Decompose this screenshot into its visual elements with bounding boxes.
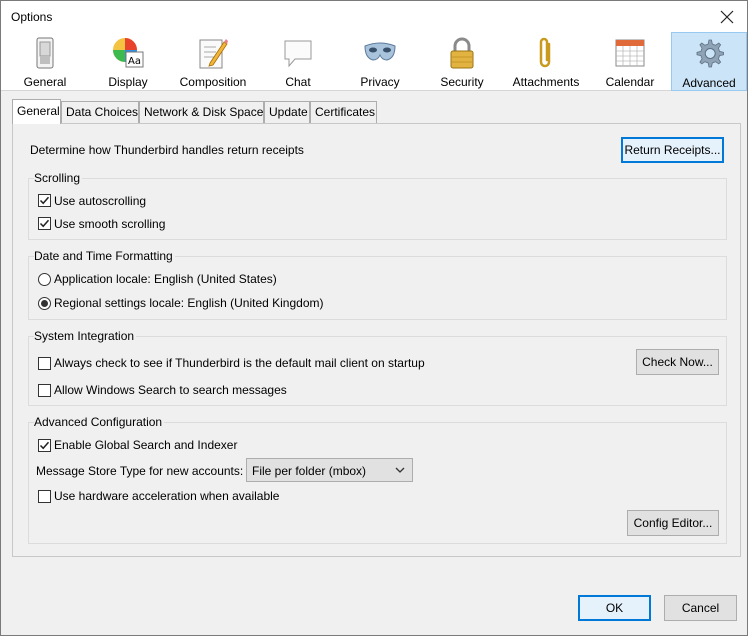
tab-label: Update: [269, 105, 308, 119]
tab-label: Data Choices: [66, 105, 139, 119]
paperclip-icon: [539, 37, 551, 68]
pane-calendar[interactable]: Calendar: [591, 32, 669, 91]
global-search-checkbox[interactable]: [38, 439, 51, 452]
ok-label: OK: [605, 601, 624, 615]
app-locale-label: Application locale: English (United Stat…: [54, 272, 277, 286]
smooth-scroll-label: Use smooth scrolling: [54, 217, 166, 231]
close-icon: [720, 10, 734, 23]
smooth-scroll-checkbox[interactable]: [38, 217, 51, 230]
config-editor-button[interactable]: Config Editor...: [627, 510, 719, 536]
hw-accel-label: Use hardware acceleration when available: [54, 489, 280, 503]
palette-icon: Aa: [113, 38, 144, 68]
tab-label: Certificates: [315, 105, 376, 119]
svg-text:Aa: Aa: [128, 56, 141, 67]
pane-privacy[interactable]: Privacy: [341, 32, 419, 91]
tab-label: General: [17, 104, 60, 118]
pane-label: Security: [440, 75, 484, 89]
pane-label: Chat: [285, 75, 311, 89]
check-now-label: Check Now...: [642, 355, 713, 369]
pane-chat[interactable]: Chat: [259, 32, 337, 91]
pane-attachments[interactable]: Attachments: [505, 32, 587, 91]
pane-general[interactable]: General: [5, 32, 85, 91]
pane-label: General: [23, 75, 67, 89]
tab-network-disk-space[interactable]: Network & Disk Space: [139, 101, 264, 123]
calendar-icon: [615, 39, 645, 67]
tab-label: Network & Disk Space: [144, 105, 264, 119]
tab-general[interactable]: General: [12, 99, 61, 124]
tab-certificates[interactable]: Certificates: [310, 101, 377, 123]
check-now-button[interactable]: Check Now...: [636, 349, 719, 375]
cancel-button[interactable]: Cancel: [664, 595, 737, 621]
pane-label: Attachments: [512, 75, 580, 89]
default-client-label: Always check to see if Thunderbird is th…: [54, 356, 425, 370]
pane-security[interactable]: Security: [423, 32, 501, 91]
checkmark-icon: [39, 196, 50, 205]
message-store-label: Message Store Type for new accounts:: [36, 464, 244, 478]
pane-label: Composition: [179, 75, 247, 89]
return-receipts-button[interactable]: Return Receipts...: [621, 137, 724, 163]
datetime-group-title: Date and Time Formatting: [34, 249, 175, 263]
receipts-description: Determine how Thunderbird handles return…: [30, 143, 304, 157]
cancel-label: Cancel: [681, 601, 720, 615]
scrolling-group-title: Scrolling: [34, 171, 83, 185]
datetime-group: [28, 256, 727, 320]
window-title: Options: [11, 10, 53, 24]
autoscroll-checkbox[interactable]: [38, 194, 51, 207]
pane-label: Privacy: [360, 75, 400, 89]
pane-display[interactable]: Aa Display: [89, 32, 167, 91]
message-store-select[interactable]: File per folder (mbox): [246, 458, 413, 482]
radio-dot: [41, 300, 48, 307]
switch-icon: [36, 37, 54, 69]
chevron-down-icon: [395, 467, 405, 473]
close-button[interactable]: [707, 1, 747, 32]
message-store-value: File per folder (mbox): [252, 464, 367, 478]
global-search-label: Enable Global Search and Indexer: [54, 438, 238, 452]
system-integration-title: System Integration: [34, 329, 137, 343]
chat-bubble-icon: [284, 40, 312, 68]
checkmark-icon: [39, 441, 50, 450]
ok-button[interactable]: OK: [578, 595, 651, 621]
windows-search-label: Allow Windows Search to search messages: [54, 383, 287, 397]
default-client-checkbox[interactable]: [38, 357, 51, 370]
windows-search-checkbox[interactable]: [38, 384, 51, 397]
pane-composition[interactable]: Composition: [171, 32, 255, 91]
autoscroll-label: Use autoscrolling: [54, 194, 147, 208]
hw-accel-checkbox[interactable]: [38, 490, 51, 503]
config-editor-label: Config Editor...: [633, 516, 713, 530]
pane-advanced[interactable]: Advanced: [671, 32, 747, 91]
regional-locale-label: Regional settings locale: English (Unite…: [54, 296, 324, 310]
checkmark-icon: [39, 219, 50, 228]
pane-label: Advanced: [682, 76, 736, 90]
compose-pencil-icon: [199, 39, 228, 69]
return-receipts-label: Return Receipts...: [624, 143, 721, 157]
title-bar: Options: [1, 1, 747, 32]
advanced-config-title: Advanced Configuration: [34, 415, 165, 429]
gear-icon: [696, 39, 724, 68]
tab-update[interactable]: Update: [264, 101, 310, 123]
tab-data-choices[interactable]: Data Choices: [61, 101, 139, 123]
padlock-icon: [450, 37, 474, 69]
app-locale-radio[interactable]: [38, 273, 51, 286]
options-dialog: Options General Aa Display Composition C…: [0, 0, 748, 636]
pane-toolbar: General Aa Display Composition Chat Priv…: [1, 32, 747, 91]
regional-locale-radio[interactable]: [38, 297, 51, 310]
mask-icon: [364, 42, 396, 61]
pane-label: Calendar: [605, 75, 655, 89]
pane-label: Display: [108, 75, 148, 89]
